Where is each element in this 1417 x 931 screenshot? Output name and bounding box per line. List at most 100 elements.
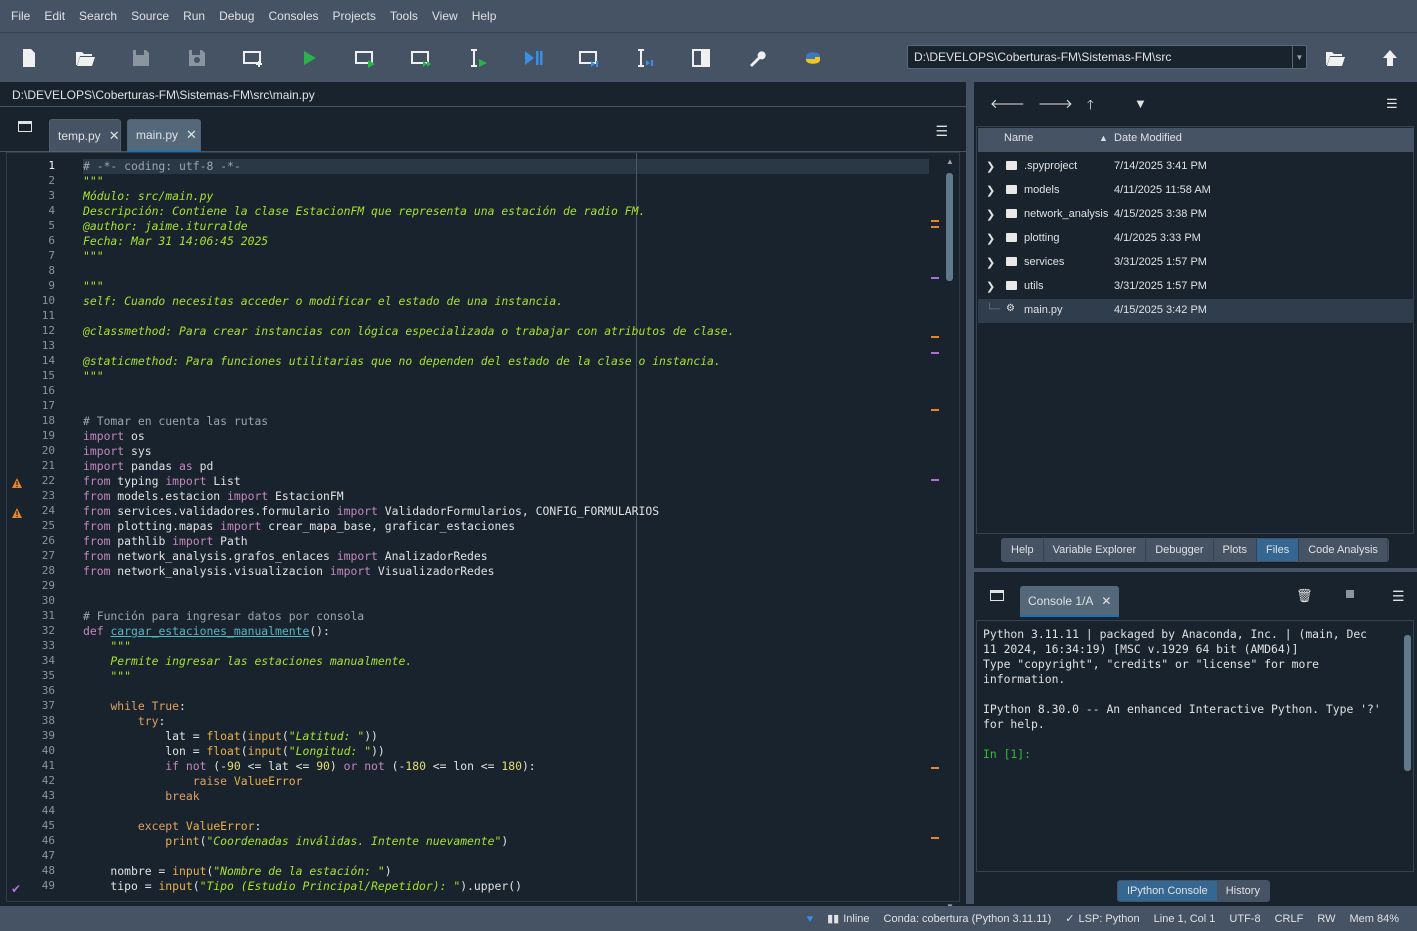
menu-item-file[interactable]: File [4, 9, 37, 23]
status-lsp[interactable]: LSP: Python [1079, 913, 1140, 925]
file-tree-row[interactable]: ❯ utils 3/31/2025 1:57 PM [978, 275, 1414, 299]
tab-variable-explorer[interactable]: Variable Explorer [1043, 539, 1147, 561]
file-tree-row[interactable]: └─ ⚙ main.py 4/15/2025 3:42 PM [978, 299, 1414, 323]
close-icon[interactable]: ✕ [109, 128, 120, 144]
code-line[interactable]: """ [83, 279, 104, 294]
file-tree-row[interactable]: ❯ .spyproject 7/14/2025 3:41 PM [978, 155, 1414, 179]
options-menu-icon[interactable]: ☰ [1392, 588, 1405, 605]
tab-files[interactable]: Files [1256, 539, 1300, 561]
warning-icon[interactable] [11, 477, 23, 489]
chevron-right-icon[interactable]: ❯ [986, 208, 995, 221]
maximize-pane-icon[interactable] [688, 45, 714, 71]
menu-item-projects[interactable]: Projects [326, 9, 383, 23]
code-line[interactable]: Fecha: Mar 31 14:06:45 2025 [83, 234, 268, 249]
menu-item-source[interactable]: Source [124, 9, 176, 23]
status-inline[interactable]: Inline [843, 913, 869, 925]
code-line[interactable]: from network_analysis.visualizacion impo… [83, 564, 495, 579]
scrollbar-thumb[interactable] [946, 173, 953, 281]
menu-item-debug[interactable]: Debug [212, 9, 261, 23]
console-scrollbar[interactable] [1404, 625, 1412, 865]
tab-code-analysis[interactable]: Code Analysis [1299, 539, 1388, 561]
code-line[interactable]: Descripción: Contiene la clase EstacionF… [83, 204, 645, 219]
code-line[interactable]: from services.validadores.formulario imp… [83, 504, 659, 519]
code-line[interactable]: self: Cuando necesitas acceder o modific… [83, 294, 563, 309]
code-line[interactable]: raise ValueError [83, 774, 303, 789]
code-line[interactable]: # Función para ingresar datos por consol… [83, 609, 364, 624]
browse-tabs-icon[interactable] [990, 590, 1004, 601]
ipython-console[interactable]: Python 3.11.11 | packaged by Anaconda, I… [976, 620, 1414, 872]
code-line[interactable]: if not (-90 <= lat <= 90) or not (-180 <… [83, 759, 535, 774]
file-tree[interactable]: Name ▲ Date Modified ❯ .spyproject 7/14/20… [976, 126, 1414, 534]
editor-scrollbar[interactable]: ▲ ▼ [945, 157, 955, 911]
new-cell-icon[interactable] [240, 45, 266, 71]
stop-icon[interactable] [1346, 590, 1354, 598]
tab-history[interactable]: History [1216, 881, 1269, 901]
code-line[interactable]: try: [83, 714, 165, 729]
browse-tabs-icon[interactable] [18, 121, 32, 132]
python-path-icon[interactable] [800, 45, 826, 71]
preferences-wrench-icon[interactable] [744, 45, 770, 71]
options-menu-icon[interactable]: ☰ [1386, 96, 1398, 112]
scroll-up-icon[interactable]: ▲ [946, 157, 954, 166]
code-line[interactable]: """ [83, 174, 104, 189]
code-line[interactable]: tipo = input("Tipo (Estudio Principal/Re… [83, 879, 522, 894]
tab-console[interactable]: Console 1/A ✕ [1020, 586, 1120, 617]
file-tree-row[interactable]: ❯ network_analysis 4/15/2025 3:38 PM [978, 203, 1414, 227]
options-menu-icon[interactable]: ☰ [935, 123, 948, 140]
menu-item-view[interactable]: View [425, 9, 465, 23]
menu-item-help[interactable]: Help [465, 9, 504, 23]
menu-item-edit[interactable]: Edit [37, 9, 72, 23]
code-line[interactable]: """ [83, 639, 131, 654]
close-icon[interactable]: ✕ [1101, 594, 1111, 608]
code-line[interactable]: import os [83, 429, 145, 444]
code-line[interactable]: lon = float(input("Longitud: ")) [83, 744, 385, 759]
code-line[interactable]: Permite ingresar las estaciones manualme… [83, 654, 412, 669]
save-all-icon[interactable] [184, 45, 210, 71]
browse-folder-icon[interactable] [1322, 45, 1348, 71]
menu-item-tools[interactable]: Tools [383, 9, 425, 23]
back-arrow-icon[interactable]: 🡐 [990, 96, 1025, 112]
chevron-right-icon[interactable]: ❯ [986, 160, 995, 173]
filter-icon[interactable]: ▼ [1134, 96, 1147, 111]
code-line[interactable]: @author: jaime.iturralde [83, 219, 248, 234]
new-file-icon[interactable] [16, 45, 42, 71]
open-file-icon[interactable] [72, 45, 98, 71]
run-selection-icon[interactable] [464, 45, 490, 71]
tab-temp-py[interactable]: temp.py ✕ [49, 119, 121, 152]
code-editor[interactable]: 1 2 3 4 5 6 7 8 9 10 11 12 13 14 15 16 17 18 19 20 21 22 23 24 2… [6, 152, 960, 911]
code-line[interactable]: nombre = input("Nombre de la estación: "… [83, 864, 391, 879]
code-line[interactable]: import sys [83, 444, 152, 459]
code-line[interactable]: from typing import List [83, 474, 241, 489]
file-tree-row[interactable]: ❯ models 4/11/2025 11:58 AM [978, 179, 1414, 203]
code-line[interactable]: from plotting.mapas import crear_mapa_ba… [83, 519, 515, 534]
code-line[interactable]: print("Coordenadas inválidas. Intente nu… [83, 834, 508, 849]
code-text[interactable]: # -*- coding: utf-8 -*- """ Módulo: src/ma… [83, 153, 929, 901]
run-cell-advance-icon[interactable] [408, 45, 434, 71]
debug-selection-icon[interactable] [632, 45, 658, 71]
file-tree-row[interactable]: ❯ services 3/31/2025 1:57 PM [978, 251, 1414, 275]
code-line[interactable]: # -*- coding: utf-8 -*- [83, 159, 241, 174]
code-line[interactable]: @staticmethod: Para funciones utilitaria… [83, 354, 721, 369]
working-directory-combobox[interactable]: D:\DEVELOPS\Coberturas-FM\Sistemas-FM\sr… [907, 45, 1307, 69]
warning-icon[interactable] [11, 507, 23, 519]
chevron-right-icon[interactable]: ❯ [986, 232, 995, 245]
code-line[interactable]: break [83, 789, 199, 804]
code-line[interactable]: from network_analysis.grafos_enlaces imp… [83, 549, 488, 564]
tab-plots[interactable]: Plots [1213, 539, 1257, 561]
forward-arrow-icon[interactable]: 🡒 [1038, 96, 1073, 112]
tab-main-py[interactable]: main.py ✕ [127, 119, 201, 152]
code-line[interactable]: Módulo: src/main.py [83, 189, 213, 204]
tab-help[interactable]: Help [1002, 539, 1044, 561]
code-line[interactable]: from pathlib import Path [83, 534, 248, 549]
code-line[interactable]: while True: [83, 699, 185, 714]
menu-item-run[interactable]: Run [176, 9, 212, 23]
code-line[interactable]: """ [83, 249, 104, 264]
code-line[interactable]: @classmethod: Para crear instancias con … [83, 324, 735, 339]
parent-directory-icon[interactable] [1377, 45, 1403, 71]
up-arrow-icon[interactable]: 🡑 [1087, 96, 1094, 118]
run-cell-icon[interactable] [352, 45, 378, 71]
heart-icon[interactable]: ♥ [807, 913, 814, 925]
code-line[interactable]: import pandas as pd [83, 459, 213, 474]
chevron-down-icon[interactable]: ▼ [1292, 46, 1306, 68]
code-line[interactable]: """ [83, 369, 104, 384]
